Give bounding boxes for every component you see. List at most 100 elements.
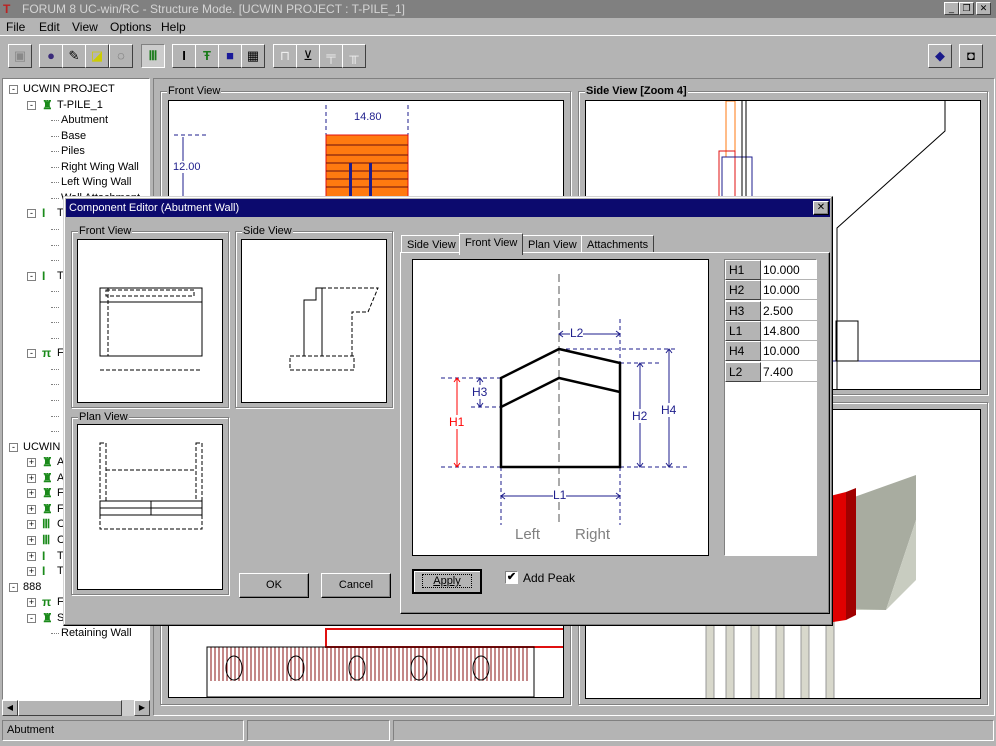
piles-icon[interactable]: Ⅲ [141, 44, 165, 68]
tab-front-view[interactable]: Front View [459, 233, 524, 255]
expand-icon[interactable]: + [27, 489, 36, 499]
tree-connector [51, 400, 59, 401]
tree-item[interactable]: - ♜ T-PILE_1 [3, 98, 149, 113]
label-l1: L1 [553, 488, 567, 502]
collapse-icon[interactable]: - [27, 100, 36, 110]
book-icon[interactable]: ◆ [928, 44, 952, 68]
parameter-name[interactable]: L1 [725, 320, 761, 341]
expand-icon[interactable]: + [27, 458, 36, 468]
i-beam-icon[interactable]: I [172, 44, 196, 68]
menu-help[interactable]: Help [161, 20, 186, 34]
expand-icon[interactable]: + [27, 520, 36, 530]
tree-connector [51, 322, 59, 324]
tree-item-label: Retaining Wall [61, 627, 132, 640]
tree-item[interactable]: Base [3, 129, 149, 144]
preview-plan-label: Plan View [78, 411, 129, 423]
parameter-grid: H1 10.000 H2 10.000 H3 2.500 L1 14.800 H4 10.000 L… [724, 259, 817, 556]
tree-item[interactable]: Retaining Wall [3, 626, 149, 641]
close-button[interactable]: ✕ [976, 2, 991, 15]
collapse-icon[interactable]: - [9, 85, 18, 94]
preview-plan-drawing [99, 442, 203, 530]
tab-side-view[interactable]: Side View [401, 235, 462, 253]
structure-type-icon: I [42, 548, 46, 563]
parameter-name[interactable]: H1 [725, 260, 761, 280]
collapse-icon[interactable]: - [9, 582, 18, 592]
parameter-value-input[interactable]: 2.500 [762, 301, 793, 321]
scroll-left-button[interactable]: ◀ [2, 700, 18, 716]
tree-item-label: Piles [61, 145, 85, 158]
expand-icon[interactable]: + [27, 567, 36, 577]
truck-icon[interactable]: ■ [218, 44, 242, 68]
collapse-icon[interactable]: - [27, 613, 36, 623]
structure-type-icon: π [42, 595, 52, 610]
abutment-icon[interactable]: ⊓ [273, 44, 297, 68]
preview-front-label: Front View [78, 225, 133, 237]
parameter-name[interactable]: H2 [725, 280, 761, 301]
new-document-icon[interactable]: ◪ [85, 44, 109, 68]
collapse-icon[interactable]: - [27, 209, 36, 219]
scroll-right-button[interactable]: ▶ [134, 700, 150, 716]
ok-button[interactable]: OK [239, 573, 309, 598]
label-l2: L2 [570, 326, 584, 340]
dialog-close-button[interactable]: ✕ [813, 201, 829, 215]
collapse-icon[interactable]: - [9, 442, 18, 452]
scroll-thumb[interactable] [18, 700, 122, 716]
menu-options[interactable]: Options [110, 20, 151, 34]
tree-horizontal-scrollbar[interactable]: ◀ ▶ [2, 700, 150, 716]
parameter-value-input[interactable]: 10.000 [762, 280, 800, 300]
front-height-dimension: 12.00 [173, 161, 201, 173]
structure-type-icon: Ⅲ [42, 517, 51, 532]
camera-icon[interactable]: ◘ [959, 44, 983, 68]
parameter-name[interactable]: L2 [725, 361, 761, 382]
front-width-dimension: 14.80 [354, 111, 382, 123]
collapse-icon[interactable]: - [27, 349, 36, 359]
parameter-value-input[interactable]: 7.400 [762, 362, 793, 382]
wing-icon[interactable]: ⊻ [296, 44, 320, 68]
i-beam-color-icon[interactable]: Ŧ [195, 44, 219, 68]
expand-icon[interactable]: + [27, 504, 36, 514]
add-peak-checkbox[interactable]: ✔ [505, 571, 518, 584]
pier-icon[interactable]: ╤ [319, 44, 343, 68]
structure-type-icon: I [42, 268, 46, 283]
grid-table-icon[interactable]: ▦ [241, 44, 265, 68]
restore-button[interactable]: ❐ [959, 2, 974, 15]
parameter-value-input[interactable]: 10.000 [762, 260, 800, 280]
globe-icon[interactable]: ● [39, 44, 63, 68]
tree-item[interactable]: Left Wing Wall [3, 175, 149, 190]
tree-item[interactable]: Abutment [3, 113, 149, 128]
structure-type-icon: ♜ [42, 610, 53, 625]
pier-piles-icon[interactable]: ╥ [342, 44, 366, 68]
preview-side-label: Side View [242, 225, 293, 237]
parameter-name[interactable]: H3 [725, 300, 761, 321]
save-icon[interactable]: ▣ [8, 44, 32, 68]
menu-file[interactable]: File [6, 20, 25, 34]
preview-side-group: Side View [235, 225, 393, 408]
tree-connector [51, 120, 59, 122]
status-panel-component: Abutment [2, 720, 244, 741]
dotted-circle-icon[interactable]: ◌ [109, 44, 133, 68]
expand-icon[interactable]: + [27, 473, 36, 483]
cancel-button[interactable]: Cancel [321, 573, 391, 598]
tree-item[interactable]: Right Wing Wall [3, 160, 149, 175]
expand-icon[interactable]: + [27, 598, 36, 608]
tree-connector [51, 182, 59, 184]
expand-icon[interactable]: + [27, 535, 36, 545]
collapse-icon[interactable]: - [27, 271, 36, 281]
tree-item[interactable]: - UCWIN PROJECT [3, 82, 149, 97]
parameter-value-input[interactable]: 14.800 [762, 321, 800, 341]
minimize-button[interactable]: _ [944, 2, 959, 15]
expand-icon[interactable]: + [27, 551, 36, 561]
apply-button[interactable]: Apply [412, 569, 482, 594]
menu-view[interactable]: View [72, 20, 98, 34]
parameter-name[interactable]: H4 [725, 341, 761, 362]
menu-edit[interactable]: Edit [39, 20, 60, 34]
edit-document-icon[interactable]: ✎ [62, 44, 86, 68]
side-view-label: Side View [Zoom 4] [585, 85, 688, 97]
tab-plan-view[interactable]: Plan View [522, 235, 583, 253]
tree-connector [51, 368, 59, 370]
parameter-row: H1 10.000 [725, 260, 817, 280]
tree-item[interactable]: Piles [3, 144, 149, 159]
tree-connector [51, 228, 59, 230]
parameter-value-input[interactable]: 10.000 [762, 341, 800, 361]
tab-attachments[interactable]: Attachments [581, 235, 655, 253]
